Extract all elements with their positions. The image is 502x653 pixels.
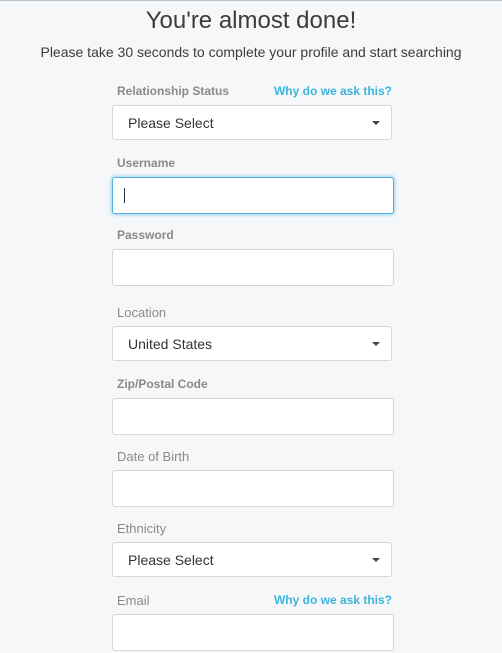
email-label: Email: [117, 593, 150, 608]
email-input[interactable]: [112, 614, 394, 651]
dob-label: Date of Birth: [117, 449, 190, 464]
location-select[interactable]: United States: [112, 326, 392, 361]
relationship-status-select[interactable]: Please Select: [112, 105, 392, 140]
zip-input[interactable]: [112, 398, 394, 435]
relationship-status-value: Please Select: [128, 115, 214, 131]
username-label: Username: [117, 156, 176, 170]
chevron-down-icon: [372, 342, 380, 346]
location-value: United States: [128, 336, 213, 352]
text-cursor: [124, 188, 125, 203]
dob-field: Date of Birth: [112, 449, 394, 507]
page-subtitle: Please take 30 seconds to complete your …: [40, 44, 462, 60]
ethnicity-label: Ethnicity: [117, 521, 167, 536]
chevron-down-icon: [372, 558, 380, 562]
ethnicity-select[interactable]: Please Select: [112, 542, 392, 577]
password-input[interactable]: [112, 249, 394, 286]
relationship-status-label: Relationship Status: [117, 84, 230, 98]
email-field: Email Why do we ask this?: [112, 593, 394, 651]
zip-label: Zip/Postal Code: [117, 377, 208, 391]
why-ask-email-link[interactable]: Why do we ask this?: [274, 593, 392, 607]
username-field: Username: [112, 156, 394, 214]
location-field: Location United States: [112, 305, 394, 361]
password-field: Password: [112, 228, 394, 286]
ethnicity-value: Please Select: [128, 552, 214, 568]
password-label: Password: [117, 228, 174, 242]
ethnicity-field: Ethnicity Please Select: [112, 521, 394, 577]
chevron-down-icon: [372, 121, 380, 125]
why-ask-relationship-link[interactable]: Why do we ask this?: [274, 84, 392, 98]
zip-field: Zip/Postal Code: [112, 377, 394, 435]
relationship-status-field: Relationship Status Why do we ask this? …: [112, 84, 394, 140]
location-label: Location: [117, 305, 167, 320]
dob-input[interactable]: [112, 470, 394, 507]
username-input[interactable]: [112, 177, 394, 214]
page-title: You're almost done!: [145, 7, 357, 34]
